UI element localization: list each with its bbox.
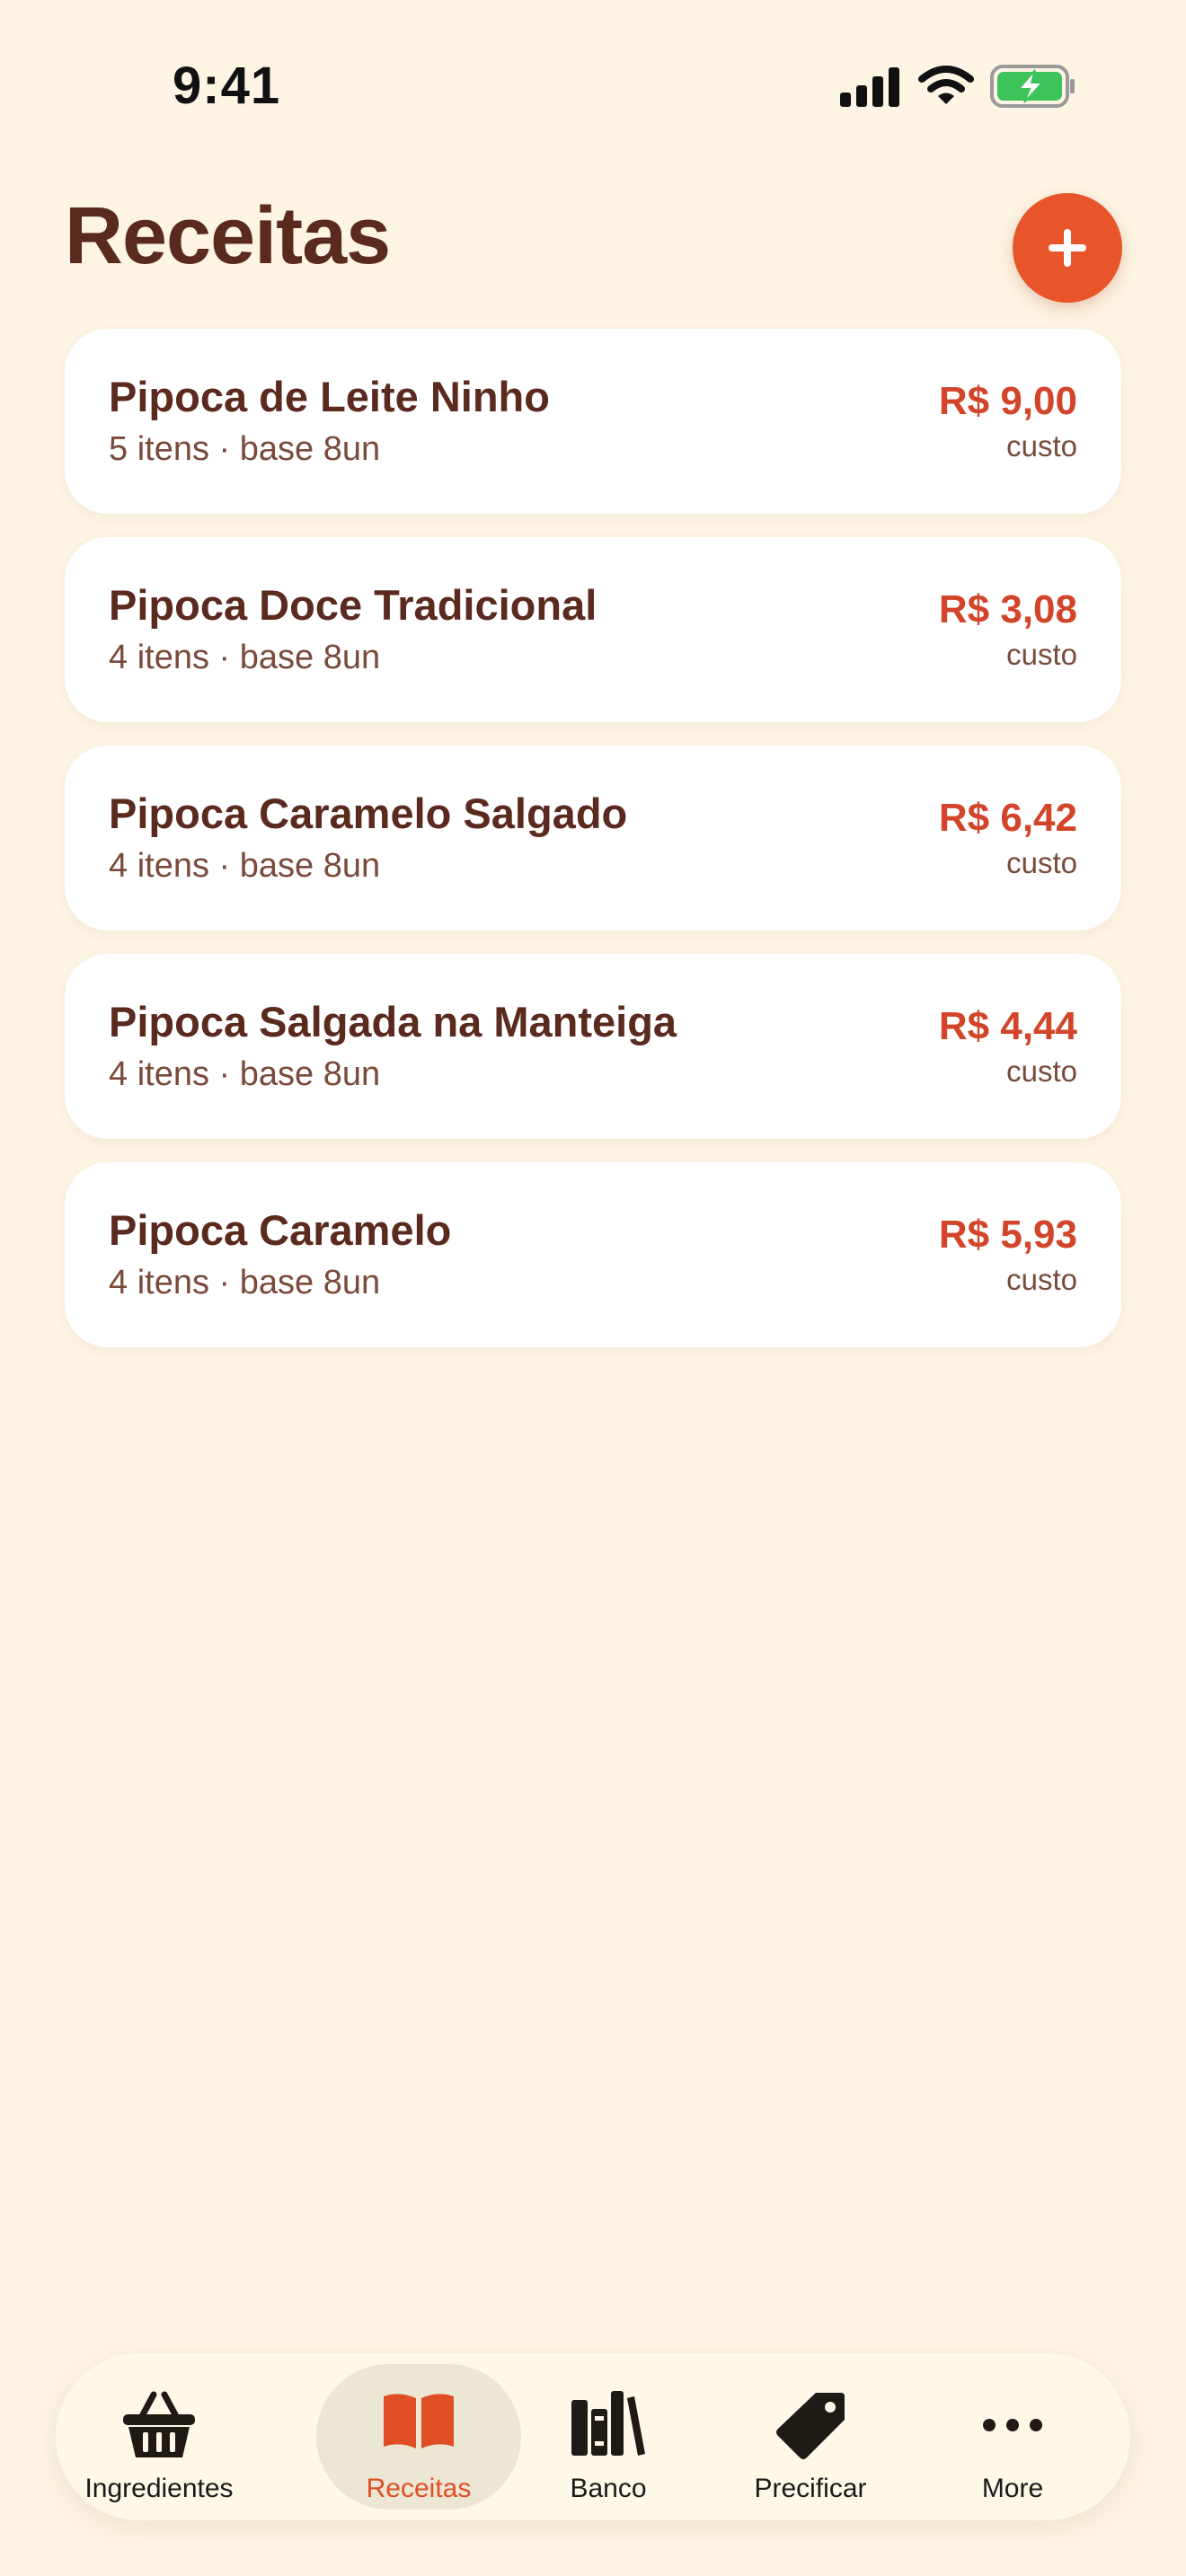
- more-icon: [983, 2419, 1042, 2431]
- recipe-meta: 5 itens · base 8un: [109, 430, 381, 468]
- recipe-card[interactable]: Pipoca Caramelo 4 itens · base 8un R$ 5,…: [65, 1162, 1121, 1347]
- basket-icon: [123, 2391, 195, 2457]
- wifi-icon: [918, 66, 974, 104]
- recipe-name: Pipoca Salgada na Manteiga: [109, 998, 677, 1045]
- recipe-meta: 4 itens · base 8un: [109, 847, 381, 885]
- battery-charging-icon: [990, 65, 1075, 108]
- recipe-list: Pipoca de Leite Ninho 5 itens · base 8un…: [65, 329, 1121, 1371]
- recipe-price-caption: custo: [1006, 846, 1077, 879]
- recipe-price-caption: custo: [1006, 1054, 1077, 1088]
- recipe-card[interactable]: Pipoca de Leite Ninho 5 itens · base 8un…: [65, 329, 1121, 514]
- tag-icon: [776, 2393, 845, 2459]
- tab-receitas[interactable]: Receitas: [316, 2364, 521, 2510]
- books-icon: [571, 2391, 645, 2456]
- recipe-name: Pipoca Caramelo: [109, 1206, 452, 1254]
- tab-label: Banco: [570, 2474, 647, 2503]
- recipe-price: R$ 3,08: [938, 587, 1077, 631]
- signal-icon: [840, 67, 899, 107]
- tab-label: Receitas: [366, 2474, 472, 2503]
- recipe-meta: 4 itens · base 8un: [109, 639, 381, 676]
- tab-ingredientes[interactable]: Ingredientes: [74, 2364, 244, 2510]
- recipe-price: R$ 4,44: [938, 1004, 1077, 1048]
- tab-label: Ingredientes: [84, 2474, 234, 2503]
- recipe-card[interactable]: Pipoca Salgada na Manteiga 4 itens · bas…: [65, 954, 1121, 1139]
- tab-precificar[interactable]: Precificar: [721, 2364, 900, 2510]
- recipe-meta: 4 itens · base 8un: [109, 1264, 381, 1301]
- recipe-price-caption: custo: [1006, 638, 1077, 671]
- recipe-price-caption: custo: [1006, 429, 1077, 463]
- recipe-name: Pipoca Doce Tradicional: [109, 581, 597, 629]
- recipe-name: Pipoca Caramelo Salgado: [109, 790, 628, 837]
- status-time: 9:41: [173, 57, 281, 115]
- tab-more[interactable]: More: [945, 2364, 1080, 2510]
- recipe-meta: 4 itens · base 8un: [109, 1055, 381, 1093]
- tab-label: Precificar: [754, 2474, 867, 2503]
- recipe-price-caption: custo: [1006, 1263, 1077, 1296]
- tab-label: More: [981, 2474, 1044, 2503]
- status-bar: 9:41: [0, 0, 1186, 171]
- recipe-price: R$ 9,00: [938, 379, 1077, 423]
- recipe-card[interactable]: Pipoca Doce Tradicional 4 itens · base 8…: [65, 537, 1121, 722]
- page-title: Receitas: [65, 191, 391, 281]
- tab-banco[interactable]: Banco: [541, 2364, 676, 2510]
- recipe-price: R$ 6,42: [938, 796, 1077, 840]
- recipe-name: Pipoca de Leite Ninho: [109, 373, 550, 420]
- recipe-card[interactable]: Pipoca Caramelo Salgado 4 itens · base 8…: [65, 745, 1121, 931]
- add-recipe-button[interactable]: [1013, 193, 1122, 303]
- plus-icon: [1049, 229, 1086, 267]
- recipe-price: R$ 5,93: [938, 1213, 1077, 1257]
- tab-bar: Ingredientes Receitas Banco Precificar M…: [56, 2353, 1130, 2520]
- book-icon: [384, 2394, 454, 2448]
